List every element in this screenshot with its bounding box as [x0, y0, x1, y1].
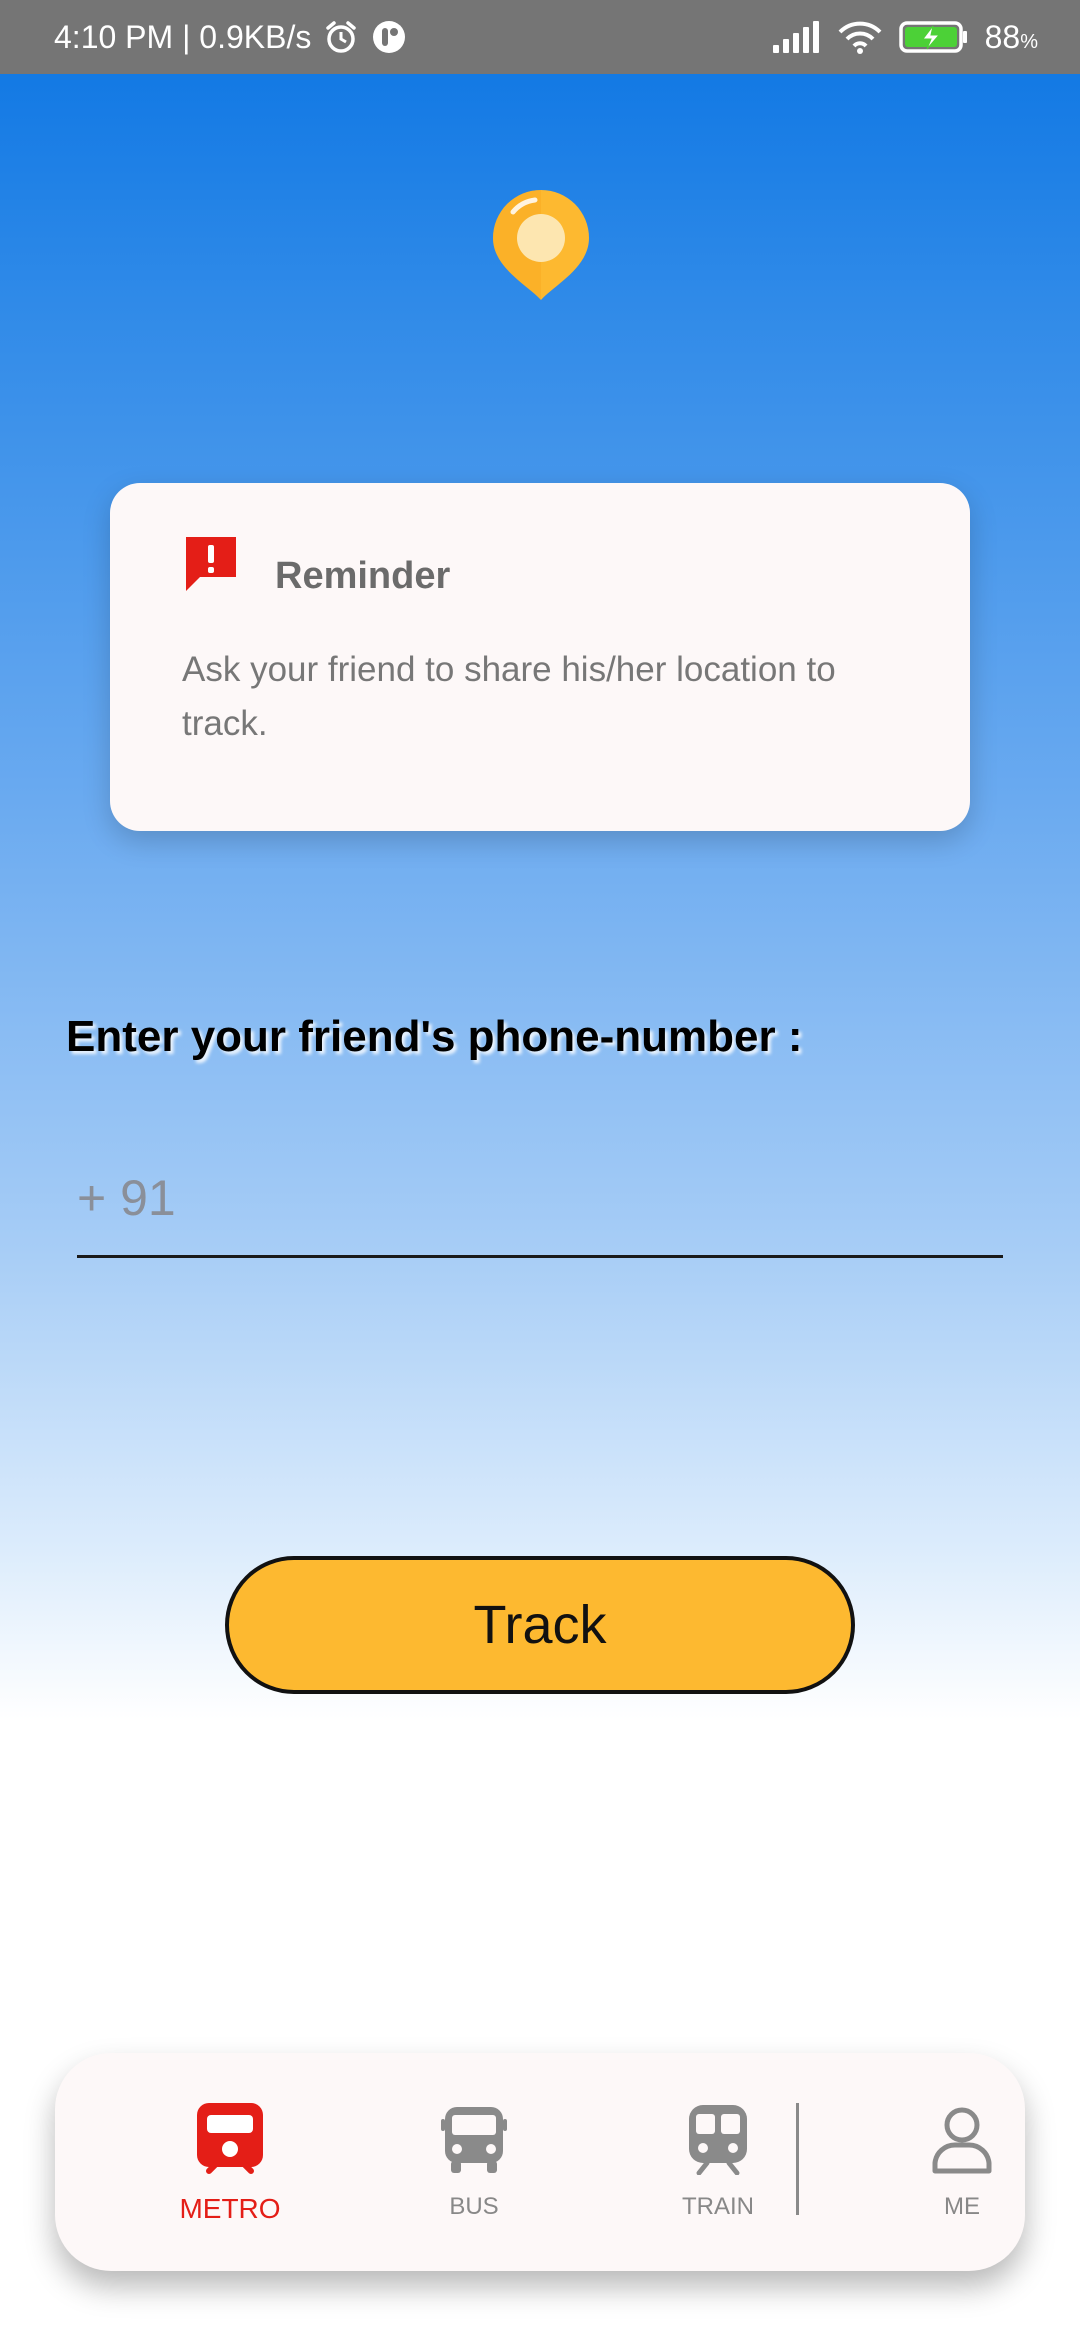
bottom-nav: METRO BUS TRAIN ME	[55, 2053, 1025, 2271]
alert-bubble-icon	[186, 537, 236, 591]
status-time: 4:10 PM | 0.9KB/s	[54, 18, 312, 55]
person-icon	[932, 2107, 992, 2174]
nav-label-bus: BUS	[449, 2193, 499, 2220]
nav-label-me: ME	[944, 2193, 980, 2220]
location-pin-icon	[493, 190, 589, 300]
metro-icon	[197, 2103, 263, 2174]
phone-number-label: Enter your friend's phone-number :	[66, 1012, 803, 1061]
nav-label-train: TRAIN	[682, 2193, 754, 2220]
alarm-icon	[326, 21, 357, 53]
wifi-icon	[838, 21, 882, 54]
reminder-card: Reminder Ask your friend to share his/he…	[110, 483, 970, 831]
battery-charging-icon	[898, 21, 967, 53]
status-bar: 4:10 PM | 0.9KB/s 88%	[0, 0, 1080, 74]
status-right: 88%	[771, 19, 1038, 56]
nav-item-train[interactable]: TRAIN	[608, 2053, 828, 2271]
app-notification-icon	[373, 21, 406, 53]
battery-percent-unit: %	[1020, 30, 1038, 53]
nav-divider	[796, 2103, 799, 2215]
status-left: 4:10 PM | 0.9KB/s	[54, 19, 407, 56]
reminder-text: Ask your friend to share his/her locatio…	[182, 650, 836, 743]
bus-icon	[441, 2107, 507, 2173]
phone-number-input[interactable]	[77, 1140, 1003, 1258]
battery-percent: 88%	[985, 19, 1038, 56]
nav-item-bus[interactable]: BUS	[364, 2053, 584, 2271]
reminder-title: Reminder	[275, 555, 451, 597]
nav-label-metro: METRO	[179, 2193, 281, 2224]
nav-item-metro[interactable]: METRO	[120, 2053, 340, 2271]
battery-percent-value: 88	[984, 18, 1021, 55]
signal-icon	[772, 21, 819, 53]
train-icon	[689, 2105, 747, 2175]
nav-item-me[interactable]: ME	[852, 2053, 1072, 2271]
track-button[interactable]: Track	[225, 1556, 855, 1694]
